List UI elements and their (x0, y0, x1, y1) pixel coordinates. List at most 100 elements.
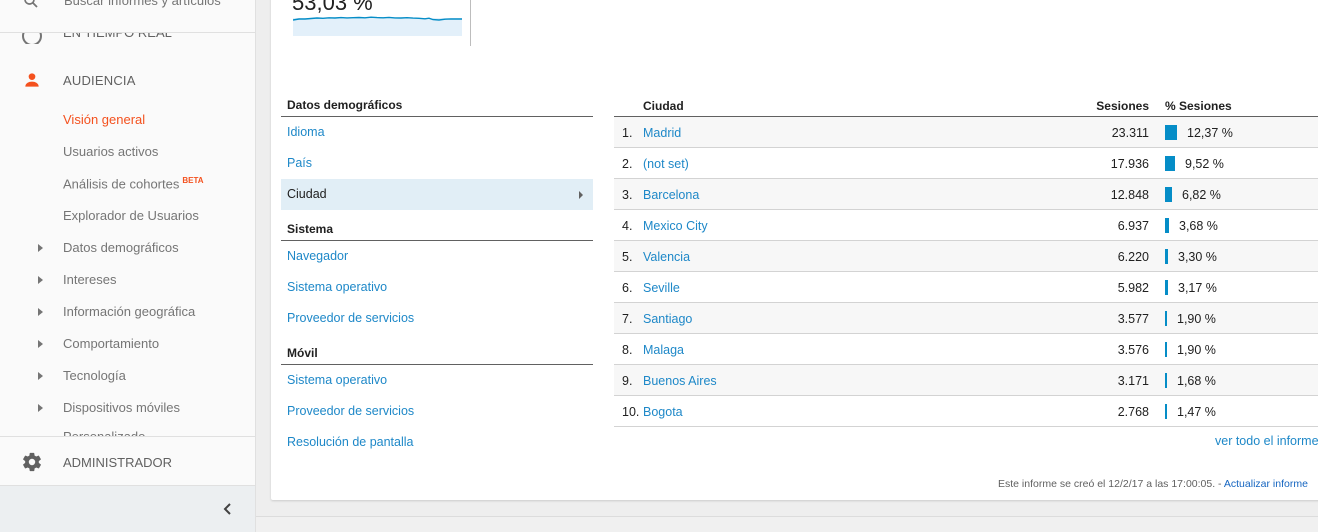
sidebar-item-label: Dispositivos móviles (63, 400, 181, 415)
dimension-link-city[interactable]: Ciudad (281, 179, 593, 210)
dimension-link-screen-resolution[interactable]: Resolución de pantalla (281, 427, 593, 458)
city-table: Ciudad Sesiones % Sesiones 1. Madrid 23.31… (614, 96, 1318, 427)
table-header: Ciudad Sesiones % Sesiones (614, 96, 1318, 117)
sidebar-item-demographics[interactable]: Datos demográficos (0, 234, 255, 262)
nav-audience-label: AUDIENCIA (63, 73, 136, 88)
sidebar-item-overview[interactable]: Visión general (0, 106, 255, 134)
row-pct-bar (1165, 187, 1172, 202)
row-city-link[interactable]: Buenos Aires (643, 374, 717, 388)
row-rank: 2. (622, 157, 633, 171)
row-pct-sessions: 6,82 % (1182, 188, 1221, 202)
row-pct-sessions: 3,68 % (1179, 219, 1218, 233)
row-pct-bar (1165, 218, 1169, 233)
metric-divider (470, 0, 471, 46)
row-sessions: 2.768 (1117, 405, 1149, 419)
sidebar: EN TIEMPO REAL AUDIENCIA Visión general … (0, 0, 256, 532)
row-sessions: 5.982 (1117, 281, 1149, 295)
row-city-link[interactable]: (not set) (643, 157, 689, 171)
refresh-report-link[interactable]: Actualizar informe (1224, 478, 1308, 490)
row-pct-sessions: 12,37 % (1187, 126, 1233, 140)
dimension-link-mobile-provider[interactable]: Proveedor de servicios (281, 396, 593, 427)
sidebar-item-cohort-analysis[interactable]: Análisis de cohortes BETA (0, 170, 255, 198)
created-text: Este informe se creó el 12/2/17 a las 17… (998, 478, 1224, 490)
row-rank: 3. (622, 188, 633, 202)
row-pct-sessions: 3,30 % (1178, 250, 1217, 264)
row-city-link[interactable]: Santiago (643, 312, 692, 326)
sidebar-item-interests[interactable]: Intereses (0, 266, 255, 294)
dimension-link-language[interactable]: Idioma (281, 117, 593, 148)
table-row: 7. Santiago 3.577 1,90 % (614, 303, 1318, 334)
caret-right-icon (38, 244, 43, 252)
row-rank: 10. (622, 405, 640, 419)
row-pct-sessions: 1,90 % (1177, 312, 1216, 326)
row-rank: 9. (622, 374, 633, 388)
caret-right-icon (38, 308, 43, 316)
row-pct-bar (1165, 404, 1167, 419)
row-sessions: 17.936 (1110, 157, 1149, 171)
table-row: 4. Mexico City 6.937 3,68 % (614, 210, 1318, 241)
view-full-report-link[interactable]: ver todo el informe (1215, 434, 1318, 448)
row-pct-bar (1165, 249, 1168, 264)
sidebar-item-behavior[interactable]: Comportamiento (0, 330, 255, 358)
row-sessions: 3.171 (1117, 374, 1149, 388)
row-rank: 5. (622, 250, 633, 264)
sidebar-item-mobile[interactable]: Dispositivos móviles (0, 394, 255, 422)
row-pct-sessions: 1,68 % (1177, 374, 1216, 388)
table-row: 1. Madrid 23.311 12,37 % (614, 117, 1318, 148)
dimension-link-browser[interactable]: Navegador (281, 241, 593, 272)
row-rank: 4. (622, 219, 633, 233)
nav-audience[interactable]: AUDIENCIA (0, 64, 255, 96)
dimension-link-mobile-os[interactable]: Sistema operativo (281, 365, 593, 396)
group-heading: Datos demográficos (281, 96, 593, 117)
row-rank: 6. (622, 281, 633, 295)
sidebar-item-active-users[interactable]: Usuarios activos (0, 138, 255, 166)
caret-right-icon (38, 276, 43, 284)
row-city-link[interactable]: Bogota (643, 405, 683, 419)
table-row: 2. (not set) 17.936 9,52 % (614, 148, 1318, 179)
dimension-link-os[interactable]: Sistema operativo (281, 272, 593, 303)
row-sessions: 6.937 (1117, 219, 1149, 233)
row-city-link[interactable]: Valencia (643, 250, 690, 264)
chevron-left-icon[interactable] (218, 499, 238, 519)
row-sessions: 3.577 (1117, 312, 1149, 326)
row-pct-bar (1165, 373, 1167, 388)
row-city-link[interactable]: Barcelona (643, 188, 699, 202)
row-city-link[interactable]: Malaga (643, 343, 684, 357)
row-pct-bar (1165, 125, 1177, 140)
metric-sparkline (293, 16, 462, 36)
row-pct-sessions: 1,90 % (1177, 343, 1216, 357)
row-sessions: 23.311 (1111, 126, 1149, 140)
row-city-link[interactable]: Mexico City (643, 219, 708, 233)
sidebar-item-label: Análisis de cohortes BETA (63, 176, 204, 191)
table-row: 10. Bogota 2.768 1,47 % (614, 396, 1318, 427)
caret-right-icon (579, 191, 583, 199)
sidebar-footer (0, 485, 255, 532)
row-city-link[interactable]: Seville (643, 281, 680, 295)
search-input[interactable] (64, 0, 234, 8)
header-pct-sessions: % Sesiones (1165, 99, 1232, 113)
group-heading: Móvil (281, 344, 593, 365)
dimension-link-provider[interactable]: Proveedor de servicios (281, 303, 593, 334)
sidebar-item-technology[interactable]: Tecnología (0, 362, 255, 390)
sidebar-item-geo[interactable]: Información geográfica (0, 298, 255, 326)
table-row: 5. Valencia 6.220 3,30 % (614, 241, 1318, 272)
sidebar-item-user-explorer[interactable]: Explorador de Usuarios (0, 202, 255, 230)
sidebar-item-label: Información geográfica (63, 304, 196, 319)
sparkline-area (293, 18, 462, 36)
row-pct-sessions: 1,47 % (1177, 405, 1216, 419)
row-city-link[interactable]: Madrid (643, 126, 681, 140)
header-sessions: Sesiones (1096, 99, 1149, 113)
row-pct-bar (1165, 311, 1167, 326)
nav-admin[interactable]: ADMINISTRADOR (0, 436, 255, 485)
row-pct-bar (1165, 280, 1168, 295)
sidebar-item-label: Tecnología (63, 368, 126, 383)
row-sessions: 3.576 (1117, 343, 1149, 357)
dimension-link-label: Ciudad (287, 187, 327, 201)
sidebar-item-label: Datos demográficos (63, 240, 179, 255)
sidebar-item-label: Usuarios activos (63, 144, 159, 159)
report-created-note: Este informe se creó el 12/2/17 a las 17… (998, 478, 1308, 490)
beta-badge: BETA (182, 176, 204, 185)
dimension-link-country[interactable]: País (281, 148, 593, 179)
dimension-panel: Datos demográficos Idioma País Ciudad Si… (281, 96, 593, 458)
row-sessions: 12.848 (1110, 188, 1149, 202)
